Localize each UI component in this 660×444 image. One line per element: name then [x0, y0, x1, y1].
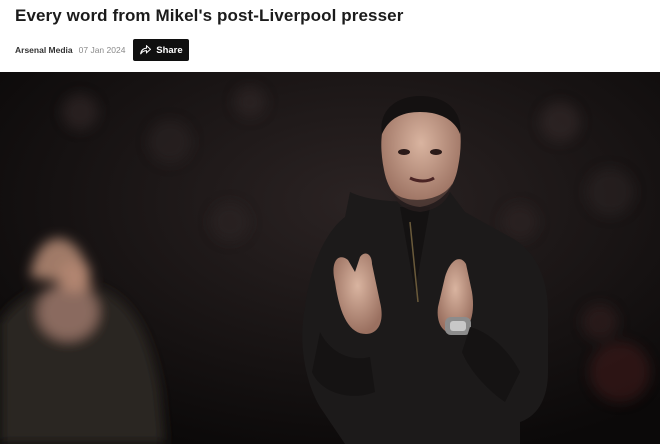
- hero-photo: [0, 72, 660, 444]
- share-arrow-icon: [140, 45, 152, 55]
- publish-date: 07 Jan 2024: [78, 45, 126, 55]
- share-button[interactable]: Share: [133, 39, 190, 61]
- article-header: Every word from Mikel's post-Liverpool p…: [0, 0, 660, 72]
- share-label: Share: [156, 44, 183, 56]
- article-title: Every word from Mikel's post-Liverpool p…: [15, 6, 404, 25]
- author-name[interactable]: Arsenal Media: [15, 45, 73, 55]
- hero-image: [0, 72, 660, 444]
- article-meta: Arsenal Media 07 Jan 2024 Share: [15, 39, 190, 61]
